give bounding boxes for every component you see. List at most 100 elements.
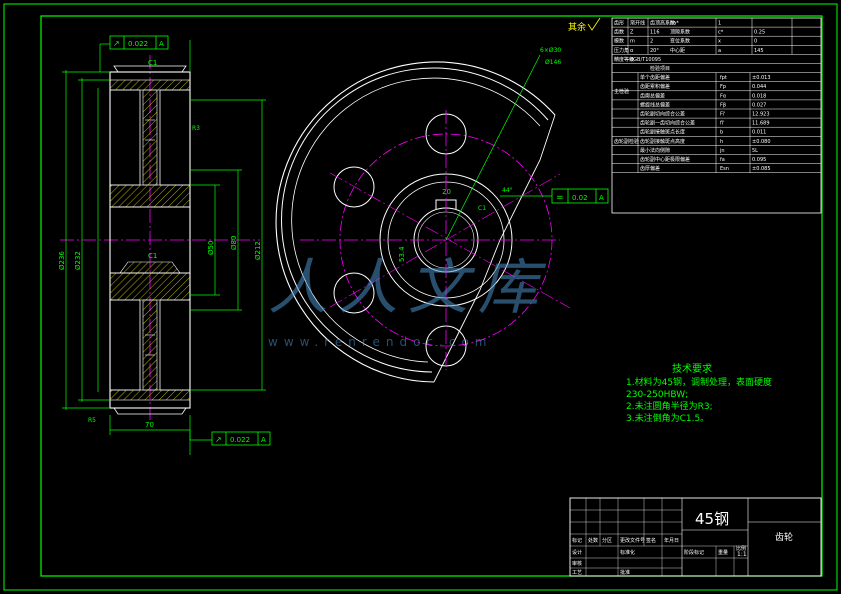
- title-label-mark: 标记: [572, 537, 582, 544]
- param-item-name: 齿轮副中心距极限偏差: [640, 156, 690, 163]
- tol-keyway-datum: A: [599, 194, 604, 202]
- param-item-name: 齿轮副一齿切向综合公差: [640, 120, 695, 127]
- cad-drawing-sheet: C1 C1 Ø236 Ø232 Ø80 Ø50 Ø212 70 R3 R5 ↗ …: [3, 3, 838, 591]
- param-item-value: ±0.013: [752, 75, 771, 81]
- param-cell: 齿形: [614, 20, 624, 27]
- title-label-stage: 阶段标记: [684, 549, 704, 556]
- title-label-count: 处数: [588, 537, 598, 544]
- title-label-change: 更改文件号: [620, 537, 645, 544]
- param-item-value: 0.018: [752, 93, 766, 99]
- param-item-name: 齿距累积偏差: [640, 83, 670, 90]
- param-cell: x: [718, 39, 721, 45]
- title-label-date: 年月日: [664, 537, 679, 544]
- param-item-name: 最小法向侧隙: [640, 147, 670, 154]
- dim-c1-top: C1: [148, 59, 157, 67]
- dim-root-dia: Ø232: [74, 251, 82, 270]
- param-cell: m: [630, 39, 635, 45]
- tol-keyway-value: 0.02: [572, 194, 588, 202]
- param-item-name: 螺旋线总偏差: [640, 101, 670, 108]
- tolerance-frame-keyway: = 0.02 A: [500, 188, 609, 204]
- tech-req-title: 技术要求: [672, 362, 712, 375]
- param-group-name: 主检验: [614, 88, 629, 95]
- param-cell: 0: [754, 39, 757, 45]
- title-scale: 1:1: [737, 551, 747, 558]
- param-item-symbol: Fα: [720, 93, 727, 99]
- roughness-symbol-icon: [587, 17, 601, 31]
- param-item-name: 齿轮副接触斑点长度: [640, 129, 685, 136]
- watermark-logo-text: 人人文库: [268, 253, 548, 323]
- param-item-value: 0.095: [752, 157, 766, 163]
- tol-bottom-symbol: ↗: [215, 435, 222, 444]
- tech-req-line-4: 3.未注倒角为C1.5。: [626, 412, 709, 424]
- param-cell: α: [630, 48, 634, 54]
- param-item-symbol: Esn: [720, 166, 729, 172]
- dim-c1-bottom: C1: [148, 252, 157, 260]
- param-item-value: ±0.085: [752, 166, 771, 172]
- param-item-value: 11.689: [752, 121, 770, 127]
- dim-hub-dia: Ø80: [230, 236, 238, 250]
- param-cell: 顶隙系数: [670, 29, 690, 36]
- dim-keyway-width: 20: [442, 188, 451, 196]
- title-block: 45钢 齿轮 1:1 标记 处数 分区 更改文件号 签名 年月日 设计 标准化 …: [569, 497, 822, 577]
- param-cell: 145: [754, 48, 764, 54]
- param-item-name: 齿廓总偏差: [640, 92, 665, 99]
- watermark-url: www.renrendoc.com: [268, 335, 492, 349]
- param-item-symbol: jn: [719, 148, 725, 154]
- param-item-name: 单个齿距偏差: [640, 74, 670, 81]
- title-label-weight: 重量: [718, 549, 728, 556]
- tech-req-line-2: 230-250HBW;: [626, 390, 688, 400]
- param-item-symbol: fi': [720, 121, 725, 127]
- param-cell: 中心距: [670, 47, 685, 54]
- title-label-process: 工艺: [572, 570, 582, 576]
- dim-angle: 44°: [502, 187, 513, 194]
- dim-rim-dia: Ø212: [254, 241, 262, 260]
- param-cell: 20°: [650, 48, 659, 54]
- watermark: 人人文库 www.renrendoc.com: [268, 253, 548, 349]
- param-item-name: 齿轮副切向综合公差: [640, 111, 685, 118]
- dim-r3: R3: [192, 125, 200, 132]
- param-cell: 渐开线: [630, 20, 645, 27]
- param-cell: 116: [650, 30, 660, 36]
- tolerance-frame-top: ↗ 0.022 A: [109, 35, 169, 50]
- param-item-value: 5L: [752, 148, 758, 154]
- tol-keyway-symbol: =: [556, 193, 564, 203]
- tech-req-line-1: 1.材料为45钢，调制处理，表面硬度: [626, 376, 772, 388]
- param-item-value: 0.011: [752, 130, 766, 136]
- param-item-name: 齿厚偏差: [640, 165, 660, 172]
- title-label-design: 设计: [572, 549, 582, 556]
- tol-top-symbol: ↗: [113, 39, 120, 48]
- dim-outer-dia: Ø236: [58, 251, 66, 270]
- param-cell: 1: [718, 21, 721, 27]
- tech-requirements: 技术要求 1.材料为45钢，调制处理，表面硬度 230-250HBW; 2.未注…: [626, 362, 772, 424]
- param-item-symbol: Fp: [720, 84, 726, 90]
- dim-holes: 6×Ø30: [540, 47, 561, 54]
- front-view: 20 53.4 C1 6×Ø30 Ø146 44° = 0.02 A: [275, 47, 609, 383]
- param-item-symbol: fa: [720, 157, 725, 163]
- section-view: C1 C1 Ø236 Ø232 Ø80 Ø50 Ø212 70 R3 R5 ↗ …: [58, 35, 271, 455]
- param-item-symbol: b: [720, 130, 723, 136]
- param-cell: Z: [630, 30, 634, 36]
- param-item-value: 0.027: [752, 102, 766, 108]
- dim-r5: R5: [88, 417, 96, 424]
- param-header: 检验项目: [650, 65, 670, 72]
- title-label-scale: 比例: [736, 545, 746, 552]
- dim-bore-dia: Ø50: [207, 241, 215, 255]
- title-label-approve: 批准: [620, 569, 630, 576]
- title-part-name: 齿轮: [775, 531, 793, 543]
- param-cell: 变位系数: [670, 38, 690, 45]
- tolerance-frame-bottom: ↗ 0.022 A: [211, 431, 271, 446]
- title-label-review: 审核: [572, 560, 582, 567]
- param-group-name: 齿轮副检验: [614, 138, 639, 145]
- dim-width: 70: [145, 421, 154, 429]
- param-cell: 模数: [614, 38, 624, 45]
- param-cell: 2: [650, 39, 653, 45]
- roughness-note: 其余: [568, 21, 586, 33]
- title-material: 45钢: [695, 510, 729, 528]
- param-cell: 0.25: [754, 30, 765, 36]
- param-item-symbol: h: [720, 139, 723, 145]
- param-cell: 8GB/T10095: [630, 57, 661, 63]
- title-label-zone: 分区: [602, 537, 612, 544]
- param-cell: 压力角: [614, 47, 629, 54]
- param-item-value: ±0.080: [752, 139, 771, 145]
- param-cell: c*: [718, 30, 724, 36]
